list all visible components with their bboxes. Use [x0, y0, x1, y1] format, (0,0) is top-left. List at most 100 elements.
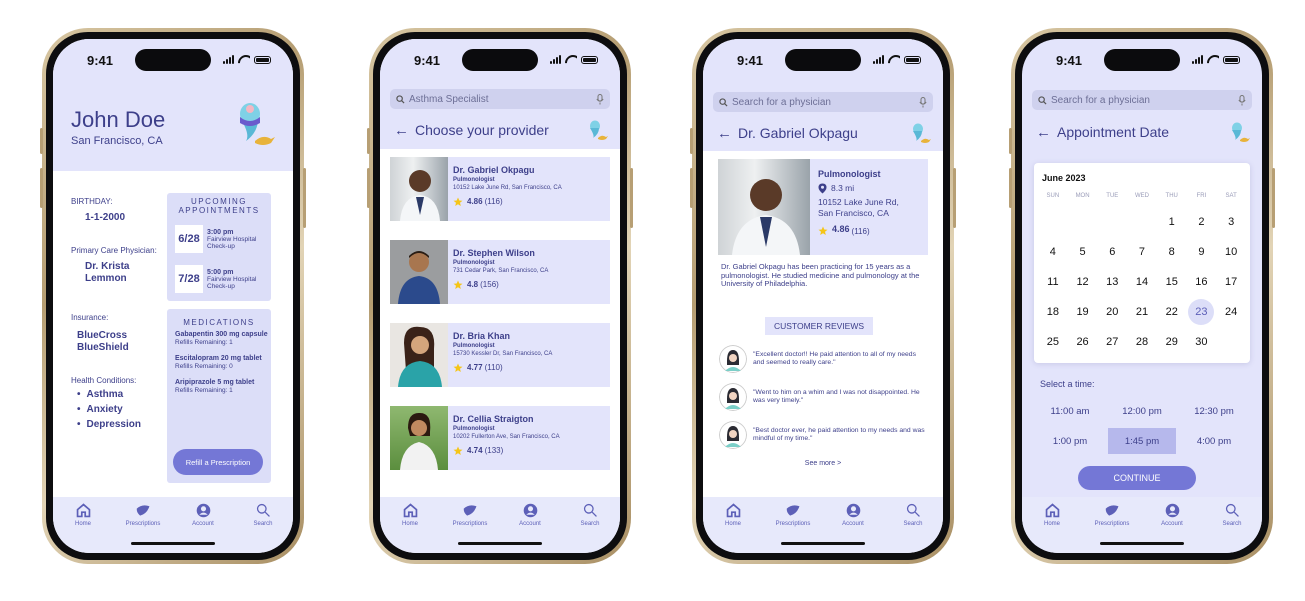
tab-account[interactable]: Account [1147, 502, 1197, 527]
provider-card[interactable]: Dr. Gabriel Okpagu Pulmonologist 10152 L… [390, 157, 610, 221]
search-value: Asthma Specialist [409, 93, 489, 105]
provider-card[interactable]: Dr. Bria Khan Pulmonologist 15730 Kessle… [390, 323, 610, 387]
calendar-day[interactable]: 2 [1187, 207, 1217, 237]
calendar-day[interactable]: 12 [1068, 267, 1098, 297]
calendar-day[interactable]: 8 [1157, 237, 1187, 267]
calendar-day[interactable]: 21 [1127, 297, 1157, 327]
tab-home[interactable]: Home [1027, 502, 1077, 527]
calendar-day[interactable]: 3 [1216, 207, 1246, 237]
time-slot-selected[interactable]: 1:45 pm [1108, 428, 1176, 454]
rating-value: 4.74 [467, 446, 483, 455]
see-more-link[interactable]: See more > [703, 460, 943, 467]
calendar-day[interactable]: 27 [1097, 327, 1127, 357]
back-arrow-icon[interactable]: ← [717, 125, 732, 142]
time-slot[interactable]: 4:00 pm [1180, 428, 1248, 454]
tab-prescriptions[interactable]: Prescriptions [445, 502, 495, 527]
tab-home[interactable]: Home [708, 502, 758, 527]
tab-label: Search [580, 521, 600, 527]
provider-specialty: Pulmonologist [453, 260, 495, 266]
condition-item: Depression [77, 419, 161, 430]
calendar-day[interactable]: 29 [1157, 327, 1187, 357]
calendar-day[interactable]: 5 [1068, 237, 1098, 267]
calendar-day-selected[interactable]: 23 [1187, 297, 1217, 327]
tab-bar: Home Prescriptions Account Search [380, 497, 620, 553]
dynamic-island [462, 49, 538, 71]
battery-icon [254, 56, 271, 64]
title-bar: ← Choose your provider [394, 119, 608, 141]
review-count: (133) [484, 446, 504, 455]
provider-card[interactable]: Dr. Cellia Straigton Pulmonologist 10202… [390, 406, 610, 470]
search-input[interactable]: Asthma Specialist [390, 89, 610, 109]
tab-search[interactable]: Search [238, 502, 288, 527]
calendar-day[interactable]: 9 [1187, 237, 1217, 267]
search-input[interactable]: Search for a physician [713, 92, 933, 112]
calendar-day[interactable]: 25 [1038, 327, 1068, 357]
customer-reviews-button[interactable]: CUSTOMER REVIEWS [765, 317, 873, 335]
calendar-day[interactable]: 13 [1097, 267, 1127, 297]
status-icons [550, 55, 598, 64]
calendar-day[interactable]: 28 [1127, 327, 1157, 357]
calendar-day[interactable]: 1 [1157, 207, 1187, 237]
status-time: 9:41 [737, 53, 764, 68]
profile-screen: 9:41 John Doe San Francisco, CA BIRTHDAY… [53, 39, 293, 553]
tab-prescriptions[interactable]: Prescriptions [1087, 502, 1137, 527]
calendar-day[interactable]: 15 [1157, 267, 1187, 297]
provider-name: Dr. Bria Khan [453, 331, 511, 341]
calendar-day[interactable]: 30 [1187, 327, 1217, 357]
tab-search[interactable]: Search [888, 502, 938, 527]
review-count: (110) [484, 363, 503, 372]
side-button [1009, 168, 1012, 208]
time-slot[interactable]: 12:30 pm [1180, 398, 1248, 424]
appointment-item[interactable]: 6/28 3:00 pm Fairview Hospital Check-up [175, 225, 271, 253]
calendar-day[interactable]: 18 [1038, 297, 1068, 327]
weekday-label: THU [1165, 193, 1178, 199]
calendar-day[interactable]: 16 [1187, 267, 1217, 297]
calendar-day[interactable]: 26 [1068, 327, 1098, 357]
provider-card[interactable]: Dr. Stephen Wilson Pulmonologist 731 Ced… [390, 240, 610, 304]
tab-home[interactable]: Home [58, 502, 108, 527]
microphone-icon[interactable] [919, 96, 927, 108]
back-arrow-icon[interactable]: ← [394, 122, 409, 139]
status-icons [873, 55, 921, 64]
calendar-day[interactable]: 17 [1216, 267, 1246, 297]
refill-prescription-button[interactable]: Refill a Prescription [173, 449, 263, 475]
calendar-day[interactable]: 4 [1038, 237, 1068, 267]
calendar-day[interactable]: 22 [1157, 297, 1187, 327]
tab-search[interactable]: Search [1207, 502, 1257, 527]
calendar-month: June 2023 [1042, 173, 1086, 183]
side-button [690, 128, 693, 154]
tab-account[interactable]: Account [178, 502, 228, 527]
calendar-empty-cell [1068, 207, 1098, 237]
appointment-item[interactable]: 7/28 5:00 pm Fairview Hospital Check-up [175, 265, 271, 293]
time-slot[interactable]: 1:00 pm [1036, 428, 1104, 454]
time-slot[interactable]: 12:00 pm [1108, 398, 1176, 424]
calendar-day[interactable]: 14 [1127, 267, 1157, 297]
continue-button[interactable]: CONTINUE [1078, 466, 1196, 490]
provider-name: Dr. Cellia Straigton [453, 414, 534, 424]
tab-prescriptions[interactable]: Prescriptions [768, 502, 818, 527]
tab-prescriptions[interactable]: Prescriptions [118, 502, 168, 527]
tab-search[interactable]: Search [565, 502, 615, 527]
tab-home[interactable]: Home [385, 502, 435, 527]
time-slot[interactable]: 11:00 am [1036, 398, 1104, 424]
calendar-day[interactable]: 19 [1068, 297, 1098, 327]
calendar-day[interactable]: 20 [1097, 297, 1127, 327]
tab-account[interactable]: Account [505, 502, 555, 527]
status-bar: 9:41 [53, 39, 293, 83]
calendar-day[interactable]: 7 [1127, 237, 1157, 267]
pcp-value: Dr. Krista Lemmon [85, 261, 130, 284]
calendar-day[interactable]: 6 [1097, 237, 1127, 267]
tab-account[interactable]: Account [828, 502, 878, 527]
search-input[interactable]: Search for a physician [1032, 90, 1252, 110]
calendar-day[interactable]: 24 [1216, 297, 1246, 327]
appointment-date-screen: 9:41 Search for a physician ← Appointmen [1022, 39, 1262, 553]
back-arrow-icon[interactable]: ← [1036, 124, 1051, 141]
calendar-day[interactable]: 10 [1216, 237, 1246, 267]
star-icon [453, 363, 463, 372]
tab-label: Search [1222, 521, 1242, 527]
medication-item: Aripiprazole 5 mg tablet Refills Remainin… [175, 379, 271, 395]
microphone-icon[interactable] [1238, 94, 1246, 106]
microphone-icon[interactable] [596, 93, 604, 105]
calendar-day[interactable]: 11 [1038, 267, 1068, 297]
medications-title: MEDICATIONS [183, 318, 255, 327]
